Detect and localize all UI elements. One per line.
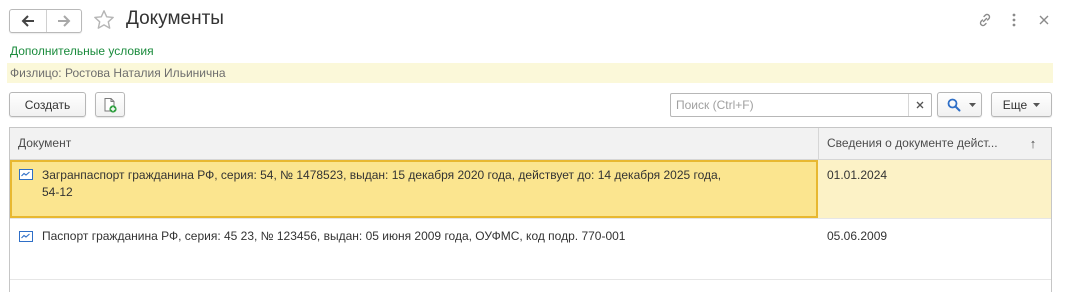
documents-table: Документ Сведения о документе дейст... ↑… <box>9 127 1052 292</box>
title-bar: Документы <box>0 0 1065 40</box>
more-actions-button[interactable] <box>1004 10 1024 30</box>
back-arrow-icon <box>21 15 34 27</box>
additional-conditions-link[interactable]: Дополнительные условия <box>10 44 154 58</box>
page-title: Документы <box>126 8 224 29</box>
more-button-label: Еще <box>1002 97 1028 112</box>
documents-window: Документы Дополнительные условия Физлицо… <box>0 0 1065 292</box>
table-row[interactable]: Загранпаспорт гражданина РФ, серия: 54, … <box>10 160 1051 218</box>
document-row-icon <box>19 231 33 242</box>
link-icon <box>979 13 991 27</box>
column-divider <box>818 128 819 159</box>
more-vertical-icon <box>1012 13 1016 27</box>
forward-arrow-icon <box>57 15 71 27</box>
filter-bar: Физлицо: Ростова Наталия Ильинична <box>7 63 1053 83</box>
clear-x-icon <box>916 101 924 109</box>
chevron-down-icon <box>969 102 976 107</box>
table-row[interactable]: Паспорт гражданина РФ, серия: 45 23, № 1… <box>10 219 1051 279</box>
close-button[interactable] <box>1034 10 1054 30</box>
forward-button[interactable] <box>45 10 82 32</box>
column-header-details[interactable]: Сведения о документе дейст... <box>827 128 1017 159</box>
row-date-text: 01.01.2024 <box>827 168 888 182</box>
row-document-text: Паспорт гражданина РФ, серия: 45 23, № 1… <box>42 229 626 243</box>
search-field <box>670 93 932 117</box>
row-date-text: 05.06.2009 <box>827 229 888 243</box>
sort-up-icon[interactable]: ↑ <box>1026 128 1040 159</box>
back-button[interactable] <box>10 10 46 32</box>
create-button[interactable]: Создать <box>9 92 86 117</box>
column-header-document[interactable]: Документ <box>18 128 808 159</box>
row-document-line: 54-12 <box>42 185 73 199</box>
row-document-text: Загранпаспорт гражданина РФ, серия: 54, … <box>42 167 812 201</box>
filter-text: Физлицо: Ростова Наталия Ильинична <box>10 66 226 80</box>
table-header: Документ Сведения о документе дейст... ↑ <box>10 128 1051 160</box>
document-row-icon <box>19 169 33 180</box>
favorite-star-icon[interactable] <box>93 9 115 31</box>
create-button-label: Создать <box>24 97 71 112</box>
navigation-buttons <box>9 9 82 33</box>
row-document-line: Загранпаспорт гражданина РФ, серия: 54, … <box>42 168 722 182</box>
search-button[interactable] <box>937 92 982 117</box>
row-divider <box>10 279 1051 280</box>
close-icon <box>1039 15 1049 25</box>
search-icon <box>947 98 961 111</box>
more-button[interactable]: Еще <box>991 92 1052 117</box>
link-button[interactable] <box>975 10 995 30</box>
chevron-down-icon <box>1033 102 1041 107</box>
add-copy-button[interactable] <box>95 92 125 117</box>
search-input[interactable] <box>671 94 907 116</box>
add-copy-icon <box>104 97 117 113</box>
search-clear-button[interactable] <box>908 94 931 116</box>
